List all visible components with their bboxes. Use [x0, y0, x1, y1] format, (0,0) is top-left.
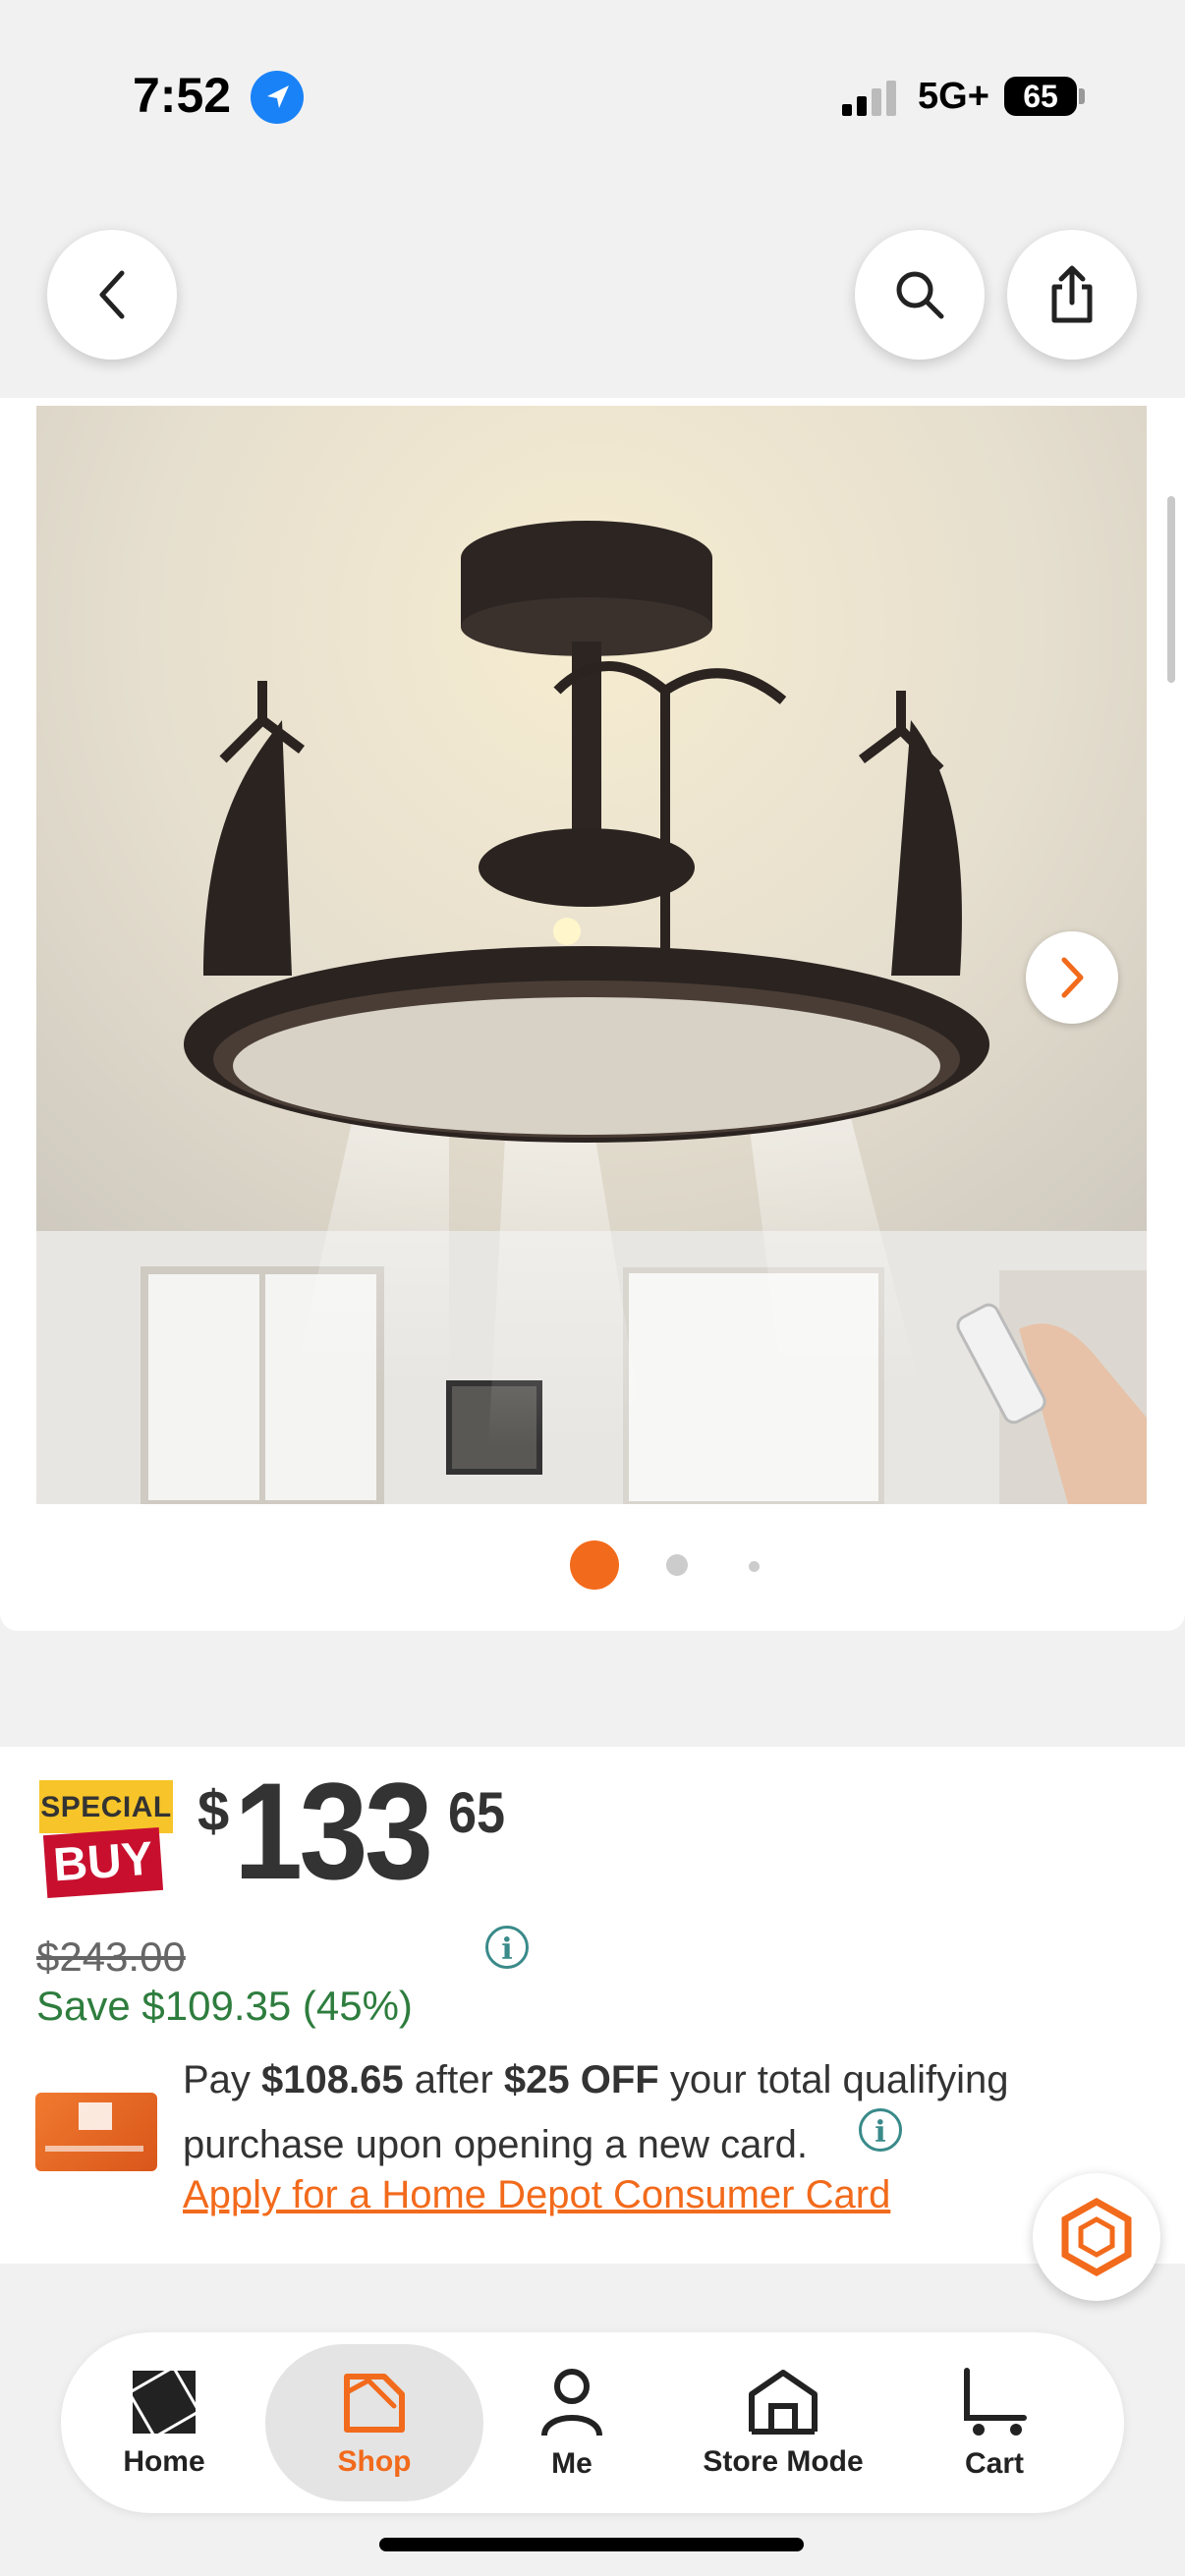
was-price: $243.00 — [36, 1933, 186, 1980]
consumer-card-image — [35, 2093, 157, 2171]
product-image[interactable] — [36, 406, 1147, 1504]
status-time: 7:52 — [133, 68, 232, 123]
nav-shop[interactable]: Shop — [265, 2344, 483, 2501]
back-button[interactable] — [47, 230, 177, 360]
savings-text: Save $109.35 (45%) — [36, 1983, 413, 2029]
price-cents: 65 — [448, 1781, 506, 1845]
offer-mid: after — [403, 2058, 504, 2101]
network-type: 5G+ — [918, 76, 989, 117]
price-dollars: 133 — [234, 1754, 433, 1908]
nav-home[interactable]: Home — [81, 2332, 248, 2513]
nav-me-label: Me — [551, 2447, 592, 2480]
card-offer-text: Pay $108.65 after $25 OFF your total qua… — [183, 2047, 1106, 2177]
nav-store-mode-label: Store Mode — [703, 2445, 864, 2478]
carousel-dot-active[interactable] — [570, 1540, 619, 1590]
search-button[interactable] — [855, 230, 985, 360]
badge-line-1: SPECIAL — [39, 1780, 173, 1833]
person-icon — [541, 2369, 602, 2436]
offer-discount: $25 OFF — [503, 2058, 659, 2101]
shop-tag-icon — [344, 2374, 405, 2433]
info-icon[interactable]: i — [485, 1926, 529, 1969]
signal-strength-icon — [842, 81, 897, 116]
nav-cart[interactable]: Cart — [916, 2332, 1073, 2513]
carousel-dot[interactable] — [666, 1554, 688, 1576]
nav-home-label: Home — [123, 2445, 205, 2478]
carousel-dot[interactable] — [749, 1561, 760, 1572]
nav-shop-label: Shop — [337, 2445, 412, 2478]
apply-card-link[interactable]: Apply for a Home Depot Consumer Card — [183, 2173, 890, 2217]
location-arrow-icon — [251, 71, 304, 124]
nav-store-mode[interactable]: Store Mode — [670, 2332, 896, 2513]
nav-me[interactable]: Me — [493, 2332, 650, 2513]
battery-icon: 65 — [1004, 77, 1077, 116]
nav-cart-label: Cart — [964, 2447, 1024, 2480]
cart-icon — [964, 2368, 1027, 2436]
chevron-left-icon — [99, 270, 125, 319]
store-icon — [749, 2370, 818, 2435]
next-image-button[interactable] — [1026, 931, 1118, 1024]
share-icon — [1051, 265, 1093, 323]
chevron-right-icon — [1061, 957, 1084, 998]
special-buy-badge: SPECIAL BUY — [37, 1780, 175, 1906]
card-offer-info-icon[interactable]: i — [859, 2108, 902, 2152]
hexagon-logo-icon — [1061, 2198, 1132, 2276]
home-depot-logo-icon — [129, 2367, 199, 2437]
chat-assistant-button[interactable] — [1033, 2173, 1160, 2301]
bottom-nav: Home Shop Me Store Mode Cart — [61, 2332, 1124, 2513]
offer-prefix: Pay — [183, 2058, 262, 2101]
home-indicator[interactable] — [379, 2538, 804, 2551]
price-currency: $ — [198, 1779, 230, 1843]
share-button[interactable] — [1007, 230, 1137, 360]
battery-cap — [1079, 88, 1085, 104]
offer-pay-amount: $108.65 — [261, 2058, 404, 2101]
scroll-indicator[interactable] — [1167, 496, 1175, 683]
search-icon — [896, 271, 944, 319]
badge-line-2: BUY — [42, 1826, 164, 1899]
